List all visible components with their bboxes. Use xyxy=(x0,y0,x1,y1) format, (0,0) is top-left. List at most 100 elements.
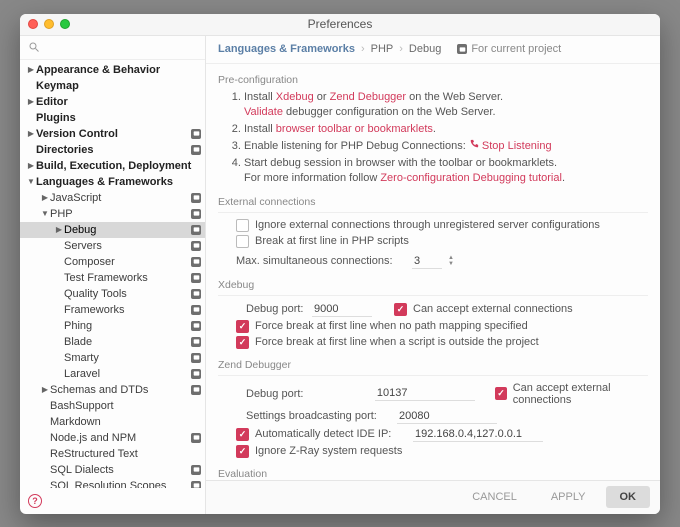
tree-item-appearance-behavior[interactable]: ▶Appearance & Behavior xyxy=(20,62,205,78)
tree-item-label: BashSupport xyxy=(50,400,201,412)
xdebug-force1-row: Force break at first line when no path m… xyxy=(236,320,648,333)
zend-bcast-input[interactable] xyxy=(397,409,497,424)
xdebug-accept-checkbox[interactable] xyxy=(394,303,407,316)
zend-link[interactable]: Zend Debugger xyxy=(330,91,406,103)
help-icon[interactable]: ? xyxy=(28,494,42,508)
zend-zray-checkbox[interactable] xyxy=(236,445,249,458)
max-connections-row: Max. simultaneous connections: ▲▼ xyxy=(236,254,648,269)
max-connections-stepper[interactable]: ▲▼ xyxy=(448,254,460,268)
tree-item-frameworks[interactable]: Frameworks xyxy=(20,302,205,318)
breadcrumb-php[interactable]: PHP xyxy=(371,43,394,55)
project-badge-icon xyxy=(191,369,201,379)
project-badge-icon xyxy=(191,433,201,443)
search-bar[interactable] xyxy=(20,36,205,60)
tree-item-bashsupport[interactable]: BashSupport xyxy=(20,398,205,414)
cancel-button[interactable]: CANCEL xyxy=(458,486,531,508)
ok-button[interactable]: OK xyxy=(606,486,651,508)
tree-item-blade[interactable]: Blade xyxy=(20,334,205,350)
zend-ip-input[interactable] xyxy=(413,427,543,442)
tree-item-servers[interactable]: Servers xyxy=(20,238,205,254)
ignore-external-row: Ignore external connections through unre… xyxy=(236,219,648,232)
tree-item-directories[interactable]: Directories xyxy=(20,142,205,158)
phone-icon xyxy=(469,139,479,149)
bookmarklets-link[interactable]: browser toolbar or bookmarklets xyxy=(276,123,433,135)
section-zend-title: Zend Debugger xyxy=(218,359,648,371)
break-first-line-checkbox[interactable] xyxy=(236,235,249,248)
search-icon xyxy=(28,41,40,53)
project-scope-label: For current project xyxy=(471,43,561,55)
tree-item-laravel[interactable]: Laravel xyxy=(20,366,205,382)
apply-button[interactable]: APPLY xyxy=(537,486,600,508)
project-badge-icon xyxy=(191,465,201,475)
zend-accept-checkbox[interactable] xyxy=(495,387,506,400)
xdebug-force1-label: Force break at first line when no path m… xyxy=(255,320,528,332)
zend-accept-label: Can accept external connections xyxy=(513,382,648,406)
breadcrumb: Languages & Frameworks › PHP › Debug For… xyxy=(206,36,660,64)
breadcrumb-debug[interactable]: Debug xyxy=(409,43,441,55)
twisty-icon: ▶ xyxy=(54,225,64,234)
dialog-footer: CANCEL APPLY OK xyxy=(206,480,660,514)
tree-item-schemas-and-dtds[interactable]: ▶Schemas and DTDs xyxy=(20,382,205,398)
tree-item-node-js-and-npm[interactable]: Node.js and NPM xyxy=(20,430,205,446)
tree-item-restructured-text[interactable]: ReStructured Text xyxy=(20,446,205,462)
tree-item-javascript[interactable]: ▶JavaScript xyxy=(20,190,205,206)
stop-listening-link[interactable]: Stop Listening xyxy=(482,140,552,152)
zend-bcast-label: Settings broadcasting port: xyxy=(246,410,391,422)
project-icon xyxy=(457,44,467,54)
minimize-window-button[interactable] xyxy=(44,19,54,29)
max-connections-input[interactable] xyxy=(412,254,442,269)
breadcrumb-root[interactable]: Languages & Frameworks xyxy=(218,43,355,55)
project-badge-icon xyxy=(191,145,201,155)
tree-item-markdown[interactable]: Markdown xyxy=(20,414,205,430)
tree-item-debug[interactable]: ▶Debug xyxy=(20,222,205,238)
tutorial-link[interactable]: Zero-configuration Debugging tutorial xyxy=(380,172,562,184)
search-input[interactable] xyxy=(44,41,197,53)
zend-bcast-row: Settings broadcasting port: xyxy=(246,409,648,424)
tree-item-quality-tools[interactable]: Quality Tools xyxy=(20,286,205,302)
tree-item-sql-dialects[interactable]: SQL Dialects xyxy=(20,462,205,478)
titlebar: Preferences xyxy=(20,14,660,36)
tree-item-build-execution-deployment[interactable]: ▶Build, Execution, Deployment xyxy=(20,158,205,174)
main-pane: Languages & Frameworks › PHP › Debug For… xyxy=(206,36,660,514)
zend-detect-checkbox[interactable] xyxy=(236,428,249,441)
tree-item-version-control[interactable]: ▶Version Control xyxy=(20,126,205,142)
settings-tree: ▶Appearance & BehaviorKeymap▶EditorPlugi… xyxy=(20,60,205,488)
xdebug-link[interactable]: Xdebug xyxy=(276,91,314,103)
tree-item-label: Keymap xyxy=(36,80,201,92)
tree-item-php[interactable]: ▼PHP xyxy=(20,206,205,222)
tree-item-phing[interactable]: Phing xyxy=(20,318,205,334)
chevron-right-icon: › xyxy=(399,43,403,55)
tree-item-smarty[interactable]: Smarty xyxy=(20,350,205,366)
xdebug-force2-label: Force break at first line when a script … xyxy=(255,336,539,348)
project-badge-icon xyxy=(191,337,201,347)
zend-port-input[interactable] xyxy=(375,386,475,401)
tree-item-label: Directories xyxy=(36,144,187,156)
twisty-icon: ▶ xyxy=(26,65,36,74)
window-controls xyxy=(28,19,70,29)
twisty-icon: ▶ xyxy=(26,129,36,138)
project-badge-icon xyxy=(191,193,201,203)
divider xyxy=(218,375,648,376)
tree-item-keymap[interactable]: Keymap xyxy=(20,78,205,94)
preconfig-step-3: Enable listening for PHP Debug Connectio… xyxy=(244,139,648,154)
xdebug-force2-checkbox[interactable] xyxy=(236,336,249,349)
tree-item-label: Servers xyxy=(64,240,187,252)
xdebug-force1-checkbox[interactable] xyxy=(236,320,249,333)
tree-item-sql-resolution-scopes[interactable]: SQL Resolution Scopes xyxy=(20,478,205,488)
tree-item-editor[interactable]: ▶Editor xyxy=(20,94,205,110)
project-scope: For current project xyxy=(457,43,561,55)
tree-item-label: Editor xyxy=(36,96,201,108)
tree-item-languages-frameworks[interactable]: ▼Languages & Frameworks xyxy=(20,174,205,190)
tree-item-plugins[interactable]: Plugins xyxy=(20,110,205,126)
help-area: ? xyxy=(20,488,205,514)
tree-item-test-frameworks[interactable]: Test Frameworks xyxy=(20,270,205,286)
zend-port-row: Debug port: Can accept external connecti… xyxy=(246,382,648,406)
zoom-window-button[interactable] xyxy=(60,19,70,29)
zend-detect-row: Automatically detect IDE IP: xyxy=(236,427,648,442)
max-connections-label: Max. simultaneous connections: xyxy=(236,255,406,267)
xdebug-port-input[interactable] xyxy=(312,302,372,317)
close-window-button[interactable] xyxy=(28,19,38,29)
validate-link[interactable]: Validate xyxy=(244,106,283,118)
tree-item-composer[interactable]: Composer xyxy=(20,254,205,270)
ignore-external-checkbox[interactable] xyxy=(236,219,249,232)
